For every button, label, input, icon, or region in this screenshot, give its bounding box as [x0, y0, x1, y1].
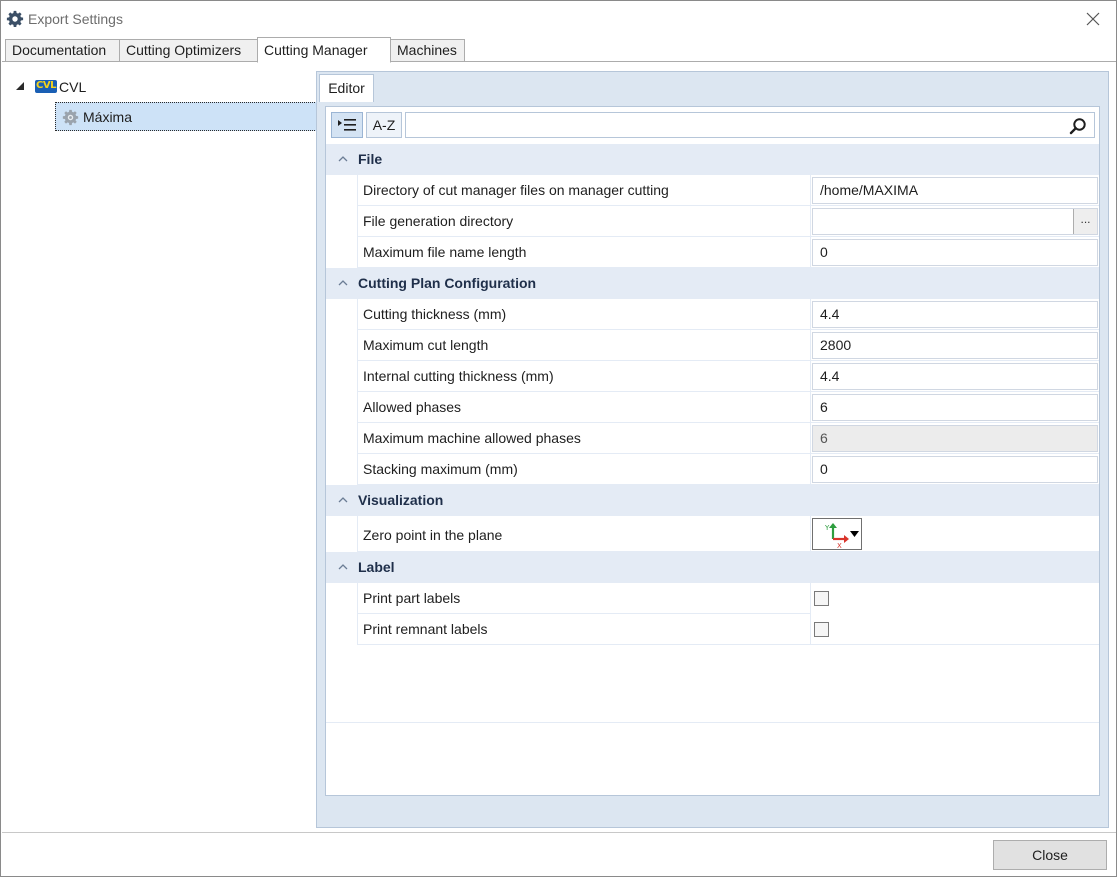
property-row: Zero point in the plane Y X	[326, 516, 1099, 552]
tab-documentation[interactable]: Documentation	[5, 39, 120, 62]
close-button[interactable]: Close	[993, 840, 1107, 870]
window-title: Export Settings	[28, 11, 123, 27]
tree-item-maxima-label: Máxima	[83, 109, 133, 125]
expanded-triangle-icon[interactable]	[15, 81, 25, 91]
property-name: Internal cutting thickness (mm)	[357, 361, 810, 392]
zero-point-picker[interactable]: Y X	[812, 518, 862, 550]
collapse-chevron-icon[interactable]	[338, 563, 348, 571]
property-grid-frame: A-Z File Directory of cut manager files …	[325, 106, 1100, 796]
svg-text:Y: Y	[824, 524, 830, 532]
editor-panel: Editor A-Z File Directory of cut manager…	[316, 71, 1109, 828]
property-row: File generation directory ...	[326, 206, 1099, 237]
property-name: Print part labels	[357, 583, 810, 614]
collapse-chevron-icon[interactable]	[338, 155, 348, 163]
categorized-button[interactable]	[331, 112, 363, 138]
alphabetical-button[interactable]: A-Z	[366, 112, 402, 138]
property-row: Maximum machine allowed phases 6	[326, 423, 1099, 454]
property-toolbar: A-Z	[326, 107, 1099, 144]
tab-cutting-optimizers[interactable]: Cutting Optimizers	[119, 39, 258, 62]
property-name: Maximum file name length	[357, 237, 810, 268]
category-cutting-plan-configuration[interactable]: Cutting Plan Configuration	[326, 268, 1099, 299]
file-generation-directory-field[interactable]: ...	[812, 208, 1098, 235]
category-file[interactable]: File	[326, 144, 1099, 175]
stacking-maximum-field[interactable]: 0	[812, 456, 1098, 483]
category-visualization[interactable]: Visualization	[326, 485, 1099, 516]
property-name: Zero point in the plane	[357, 516, 810, 552]
property-name: File generation directory	[357, 206, 810, 237]
category-label: Label	[358, 559, 395, 575]
property-name: Maximum cut length	[357, 330, 810, 361]
browse-button[interactable]: ...	[1073, 209, 1097, 234]
property-row: Internal cutting thickness (mm) 4.4	[326, 361, 1099, 392]
print-remnant-labels-checkbox[interactable]	[814, 622, 829, 637]
title-bar[interactable]: Export Settings	[1, 1, 1116, 37]
svg-text:X: X	[837, 542, 842, 549]
settings-tree: CVL CVL Máxima	[2, 62, 317, 832]
property-row: Stacking maximum (mm) 0	[326, 454, 1099, 485]
tab-machines[interactable]: Machines	[390, 39, 465, 62]
footer-divider	[2, 832, 1116, 833]
property-name: Allowed phases	[357, 392, 810, 423]
category-label: File	[358, 151, 383, 167]
dropdown-arrow-icon	[850, 531, 859, 537]
grid-divider	[326, 722, 1099, 723]
tree-item-cvl[interactable]: CVL	[59, 79, 86, 95]
category-label-section[interactable]: Label	[326, 552, 1099, 583]
property-row: Maximum file name length 0	[326, 237, 1099, 268]
property-row: Print remnant labels	[326, 614, 1099, 645]
gear-icon	[6, 10, 24, 28]
machine-gear-icon	[62, 109, 79, 126]
property-row: Cutting thickness (mm) 4.4	[326, 299, 1099, 330]
property-row: Allowed phases 6	[326, 392, 1099, 423]
allowed-phases-field[interactable]: 6	[812, 394, 1098, 421]
property-name: Cutting thickness (mm)	[357, 299, 810, 330]
property-name: Directory of cut manager files on manage…	[357, 175, 810, 206]
property-name: Maximum machine allowed phases	[357, 423, 810, 454]
property-name: Stacking maximum (mm)	[357, 454, 810, 485]
property-row: Maximum cut length 2800	[326, 330, 1099, 361]
search-icon[interactable]	[1069, 117, 1087, 135]
max-file-name-length-field[interactable]: 0	[812, 239, 1098, 266]
internal-cutting-thickness-field[interactable]: 4.4	[812, 363, 1098, 390]
collapse-chevron-icon[interactable]	[338, 496, 348, 504]
property-row: Print part labels	[326, 583, 1099, 614]
property-search-box[interactable]	[405, 112, 1095, 138]
category-label: Visualization	[358, 492, 444, 508]
maximum-cut-length-field[interactable]: 2800	[812, 332, 1098, 359]
property-name: Print remnant labels	[357, 614, 810, 645]
tab-cutting-manager[interactable]: Cutting Manager	[257, 37, 391, 63]
category-label: Cutting Plan Configuration	[358, 275, 537, 291]
collapse-chevron-icon[interactable]	[338, 279, 348, 287]
property-row: Directory of cut manager files on manage…	[326, 175, 1099, 206]
max-machine-allowed-phases-field: 6	[812, 425, 1098, 452]
tab-editor[interactable]: Editor	[319, 74, 374, 102]
categorized-list-icon	[338, 119, 356, 131]
close-icon[interactable]	[1084, 10, 1102, 28]
export-settings-window: Export Settings Documentation Cutting Op…	[0, 0, 1117, 877]
cvl-logo-icon: CVL	[35, 80, 57, 93]
cut-manager-directory-field[interactable]: /home/MAXIMA	[812, 177, 1098, 204]
property-search-input[interactable]	[406, 113, 1056, 137]
tree-item-maxima[interactable]: Máxima	[55, 102, 317, 131]
cutting-thickness-field[interactable]: 4.4	[812, 301, 1098, 328]
print-part-labels-checkbox[interactable]	[814, 591, 829, 606]
